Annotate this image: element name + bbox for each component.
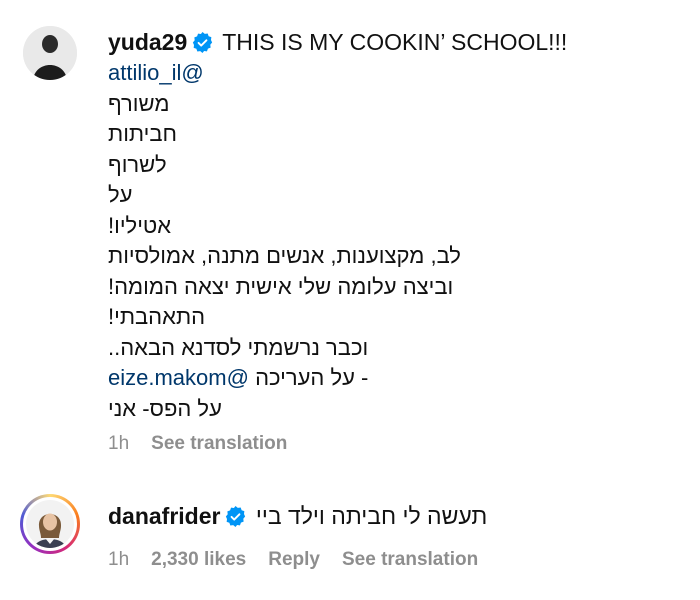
see-translation-button[interactable]: See translation bbox=[151, 433, 287, 454]
comment-line: התאהבתי! bbox=[108, 304, 206, 329]
comment-danafrider: danafrider תעשה לי חביתה וילד ביי 1h 2,33… bbox=[108, 500, 668, 571]
username[interactable]: danafrider bbox=[108, 503, 220, 529]
comment-line: לב, מקצוענות, אנשים מתנה, אמולסיות bbox=[108, 243, 461, 268]
mention-link[interactable]: attilio_il@ bbox=[108, 58, 668, 89]
mention-link[interactable]: eize.makom@ bbox=[108, 365, 249, 390]
comment-header: danafrider תעשה לי חביתה וילד ביי bbox=[108, 500, 668, 532]
timestamp: 1h bbox=[108, 433, 130, 454]
username[interactable]: yuda29 bbox=[108, 29, 187, 55]
comment-meta: 1h 2,330 likes Reply See translation bbox=[108, 549, 668, 571]
comment-line: לשרוף bbox=[108, 151, 167, 177]
avatar[interactable] bbox=[23, 497, 77, 551]
see-translation-button[interactable]: See translation bbox=[342, 549, 478, 570]
comment-header: yuda29 THIS IS MY COOKIN’ SCHOOL!!! bbox=[108, 26, 668, 58]
verified-badge-icon bbox=[192, 29, 213, 53]
verified-badge-icon bbox=[225, 503, 246, 527]
avatar[interactable] bbox=[23, 26, 77, 80]
comment-yuda29: yuda29 THIS IS MY COOKIN’ SCHOOL!!! atti… bbox=[108, 26, 668, 455]
comment-line: חביתות bbox=[108, 121, 178, 146]
timestamp: 1h bbox=[108, 549, 130, 570]
comment-text: תעשה לי חביתה וילד ביי bbox=[255, 503, 488, 529]
comment-line: וכבר נרשמתי לסדנא הבאה.. bbox=[108, 334, 369, 360]
comment-meta: 1h See translation bbox=[108, 433, 668, 455]
comment-line: אטיליו! bbox=[108, 212, 172, 238]
user-photo-icon bbox=[26, 500, 74, 548]
comment-line: על bbox=[108, 182, 133, 207]
comment-line: על הפס- אני bbox=[108, 395, 222, 421]
comment-line: וביצה עלומה שלי אישית יצאה המומה! bbox=[108, 273, 454, 299]
reply-button[interactable]: Reply bbox=[268, 549, 320, 570]
user-photo-icon bbox=[23, 26, 77, 80]
comment-line: משורף bbox=[108, 90, 170, 116]
likes-count[interactable]: 2,330 likes bbox=[151, 549, 246, 570]
comment-line-with-mention: eize.makom@ על העריכה - bbox=[108, 363, 668, 394]
comment-line: על העריכה - bbox=[255, 365, 369, 390]
comment-headline: THIS IS MY COOKIN’ SCHOOL!!! bbox=[222, 29, 568, 55]
